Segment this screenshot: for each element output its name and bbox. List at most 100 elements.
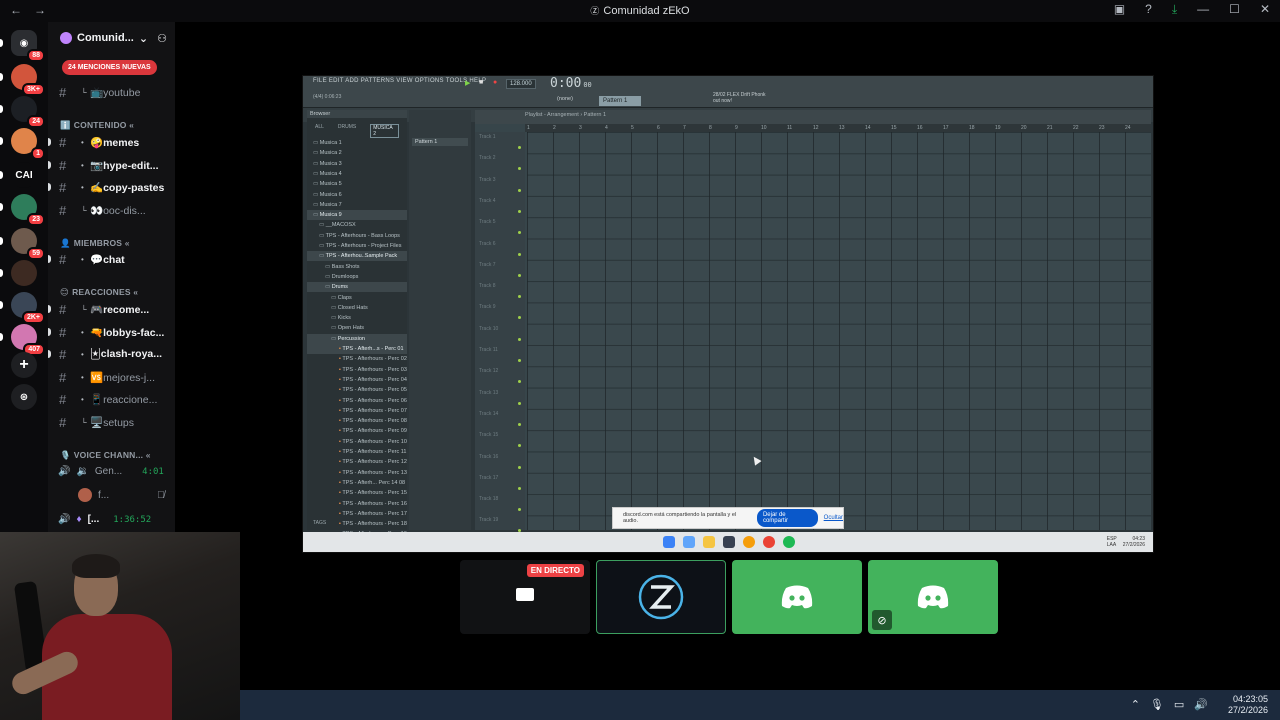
zeko-tile[interactable] [596,560,726,634]
browser-item[interactable]: ▪ TPS - Afterhours - Perc 15 [307,488,407,498]
close-button[interactable]: ✕ [1260,2,1270,17]
play-button[interactable]: ▶ [465,79,470,87]
track-label[interactable]: Track 18 [479,496,498,502]
shared-screen-fl-studio[interactable]: FILE EDIT ADD PATTERNS VIEW OPTIONS TOOL… [302,75,1154,553]
track-label[interactable]: Track 17 [479,475,498,481]
track-label[interactable]: Track 12 [479,368,498,374]
track-label[interactable]: Track 8 [479,283,495,289]
channel-category[interactable]: 🎙️ VOICE CHANN... « [60,450,151,461]
browser-item[interactable]: ▪ TPS - Afterh... Perc 14 08 [307,478,407,488]
fl-pattern-item[interactable]: Pattern 1 [412,138,468,146]
browser-item[interactable]: ▪ TPS - Afterhours - Perc 16 [307,499,407,509]
browser-item[interactable]: ▭ Musica 9 [307,210,407,221]
volume-icon[interactable]: 🔊 [1194,698,1208,711]
track-status-led[interactable] [518,508,521,512]
track-label[interactable]: Track 5 [479,219,495,225]
help-icon[interactable]: ? [1145,2,1152,17]
track-label[interactable]: Track 16 [479,454,498,460]
guild-cai[interactable]: CAI [11,162,37,188]
browser-item[interactable]: ▭ Claps [307,293,407,303]
track-label[interactable]: Track 4 [479,198,495,204]
track-status-led[interactable] [518,401,521,405]
guild-5[interactable]: 23 [11,194,45,226]
browser-item[interactable]: ▪ TPS - Afterhours - Perc 09 [307,426,407,436]
guild-9[interactable]: 407 [11,324,45,356]
track-status-led[interactable] [518,188,521,192]
discover-icon[interactable]: ⊛ [11,384,37,410]
channel-category[interactable]: ℹ️ CONTENIDO « [60,120,134,131]
browser-item[interactable]: ▪ TPS - Afterhours - Perc 11 [307,447,407,457]
browser-item[interactable]: ▭ Kicks [307,313,407,323]
fl-tempo[interactable]: 128.000 [506,79,536,89]
maximize-button[interactable]: ☐ [1229,2,1240,17]
browser-item[interactable]: ▭ __MACOSX [307,220,407,230]
fl-playlist-grid[interactable] [527,132,1151,530]
chevron-up-icon[interactable]: ⌃ [1131,698,1140,711]
fl-menu[interactable]: FILE EDIT ADD PATTERNS VIEW OPTIONS TOOL… [313,78,486,84]
browser-item[interactable]: ▭ Open Hats [307,323,407,333]
channel-item[interactable]: # • 🃏clash-roya... [48,344,175,364]
stop-button[interactable]: ■ [479,79,483,86]
guild-zeko[interactable]: 24 [11,96,45,128]
track-label[interactable]: Track 19 [479,517,498,523]
stop-sharing-button[interactable]: Dejar de compartir [756,509,818,527]
guild-1[interactable]: 3K+ [11,64,45,96]
browser-item[interactable]: ▭ Drums [307,282,407,293]
channel-item[interactable]: # • 🔫lobbys-fac... [48,322,175,342]
track-label[interactable]: Track 6 [479,241,495,247]
track-status-led[interactable] [518,209,521,213]
browser-item[interactable]: ▪ TPS - Afterhours - Perc 06 [307,396,407,406]
download-icon[interactable]: ⤓ [1172,2,1177,17]
browser-item[interactable]: ▭ Musica 3 [307,159,407,169]
voice-user-row[interactable]: f... 🎙̸ [78,488,165,502]
track-status-led[interactable] [518,273,521,277]
channel-item[interactable]: # └ 📺youtube [48,82,175,102]
channel-item[interactable]: # └ 🖥️setups [48,412,175,432]
channel-item[interactable]: # • 📷hype-edit... [48,155,175,175]
track-label[interactable]: Track 3 [479,177,495,183]
track-label[interactable]: Track 11 [479,347,498,353]
stream-row[interactable]: 🔊 ♦ [... 1:36:52 [58,514,151,525]
browser-item[interactable]: ▭ Drumloops [307,272,407,282]
hide-notice-link[interactable]: Ocultar [824,515,843,521]
mic-icon[interactable]: 🎙 [1150,698,1164,711]
track-label[interactable]: Track 14 [479,411,498,417]
browser-item[interactable]: ▪ TPS - Afterhours - Perc 17 [307,509,407,519]
track-status-led[interactable] [518,337,521,341]
channel-item[interactable]: # • ✍️copy-pastes [48,177,175,197]
track-label[interactable]: Track 7 [479,262,495,268]
track-label[interactable]: Track 10 [479,326,498,332]
channel-category[interactable]: 👤 MIEMBROS « [60,238,130,249]
guild-6[interactable]: 59 [11,228,45,260]
browser-tab-musica[interactable]: MUSICA 2 [370,124,399,138]
browser-item[interactable]: ▪ TPS - Afterhours - Perc 08 [307,416,407,426]
browser-item[interactable]: ▭ Percussion [307,333,407,344]
track-status-led[interactable] [518,252,521,256]
guild-3[interactable]: 1 [11,128,45,160]
browser-item[interactable]: ▭ TPS - Afterhou..Sample Pack [307,251,407,262]
channel-item[interactable]: # • 🤪memes [48,132,175,152]
track-status-led[interactable] [518,380,521,384]
fl-snap[interactable]: (none) [557,96,573,102]
browser-item[interactable]: ▭ Musica 4 [307,169,407,179]
browser-item[interactable]: ▪ TPS - Afterhours - Perc 13 [307,468,407,478]
browser-item[interactable]: ▭ Closed Hats [307,303,407,313]
track-status-led[interactable] [518,316,521,320]
taskbar-clock[interactable]: 04:23:05 27/2/2026 [1228,694,1268,716]
track-status-led[interactable] [518,295,521,299]
browser-item[interactable]: ▪ TPS - Afterhours - Perc 05 [307,385,407,395]
discord-home-icon[interactable]: ◉ 88 [11,30,45,62]
browser-item[interactable]: ▭ TPS - Afterhours - Project Files [307,241,407,251]
track-status-led[interactable] [518,465,521,469]
channel-item[interactable]: # • 📱reaccione... [48,389,175,409]
fl-pattern-selector[interactable]: Pattern 1 [599,96,641,106]
guild-8[interactable]: 2K+ [11,292,45,324]
browser-item[interactable]: ▪ TPS - Afterhours - Perc 10 [307,437,407,447]
inbox-icon[interactable]: ▣ [1114,2,1125,17]
stream-tile[interactable]: EN DIRECTO [460,560,590,634]
discord-user-tile-2[interactable]: ⊘ [868,560,998,634]
channel-item[interactable]: # └ 👀ooc-dis... [48,200,175,220]
track-status-led[interactable] [518,359,521,362]
browser-item[interactable]: ▭ Bass Shots [307,262,407,272]
track-status-led[interactable] [518,486,521,490]
